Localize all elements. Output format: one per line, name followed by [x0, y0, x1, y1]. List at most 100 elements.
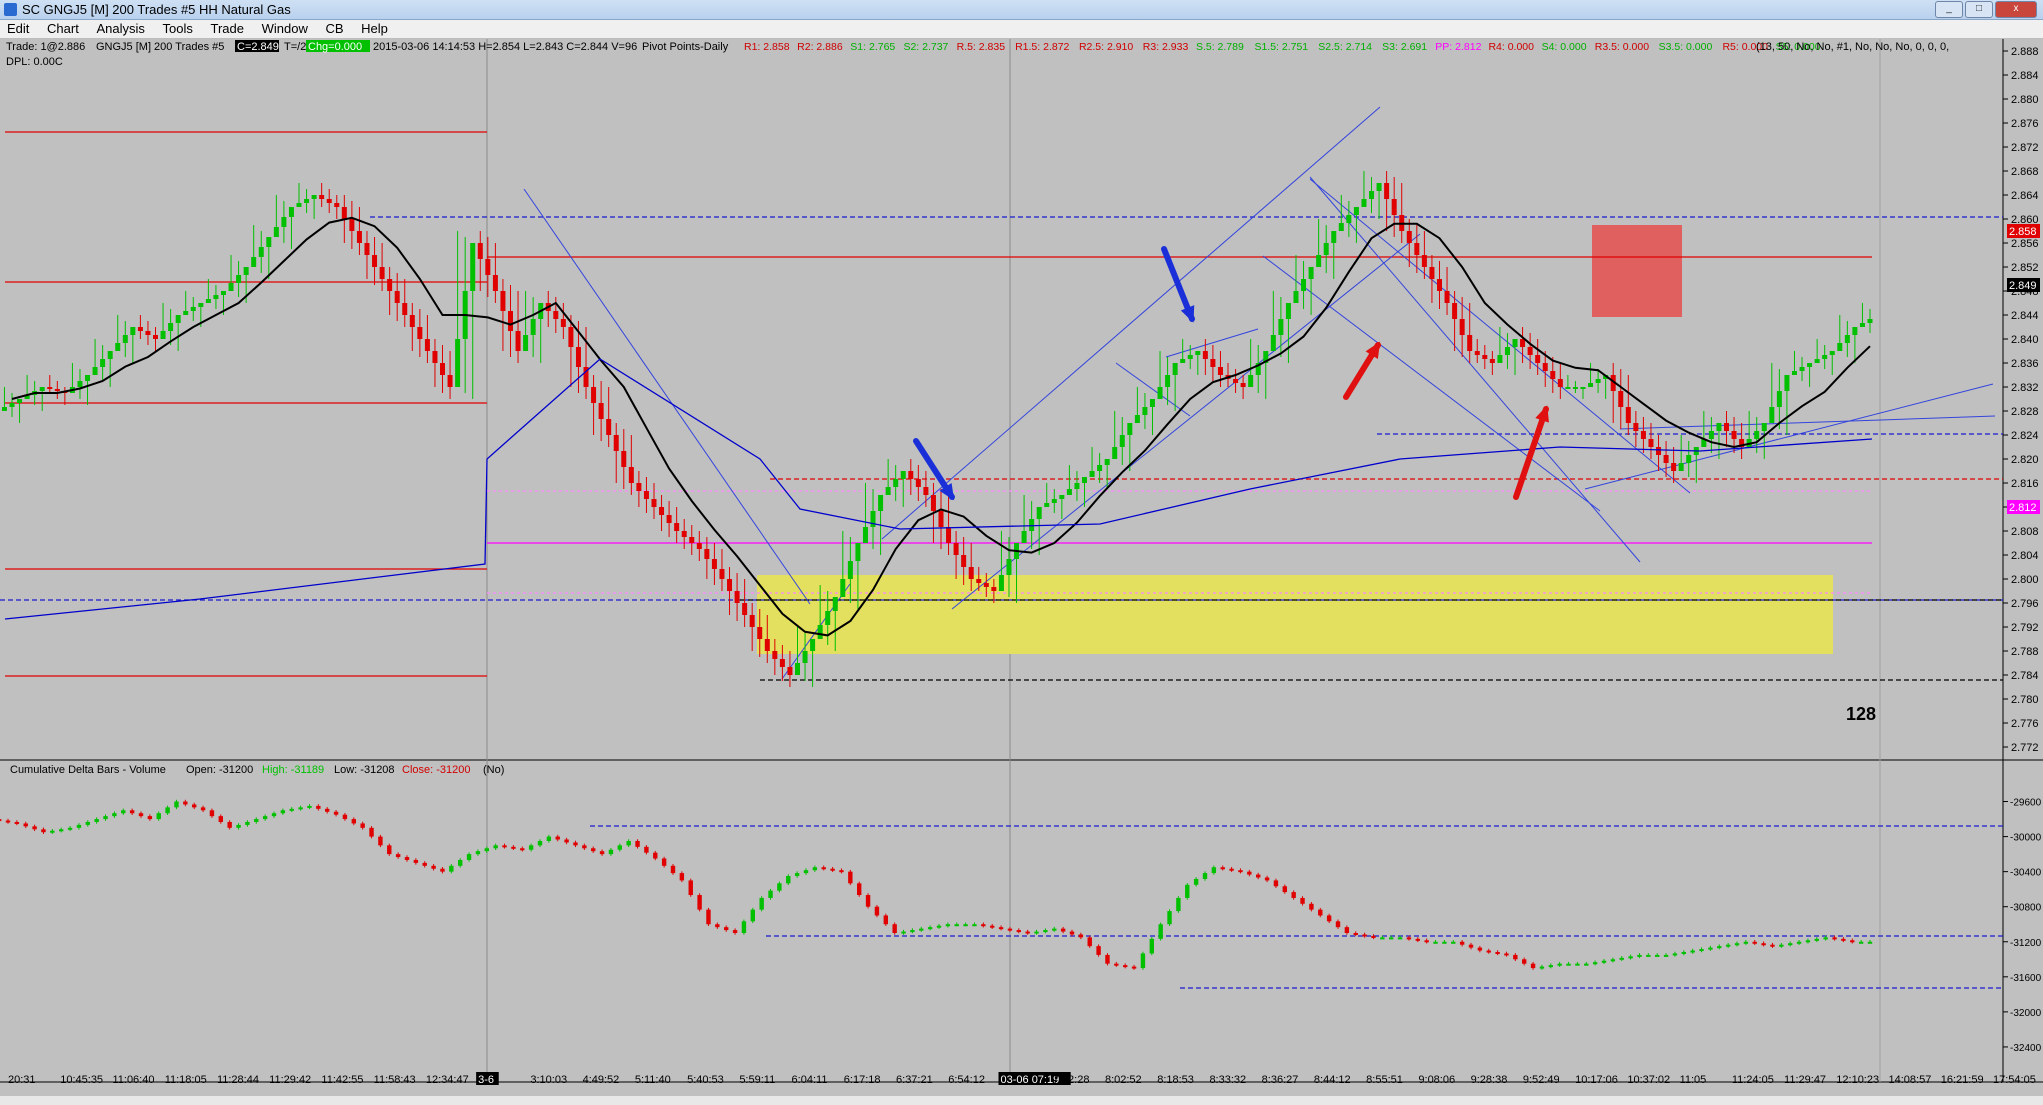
candle-body — [666, 515, 672, 523]
menu-help[interactable]: Help — [354, 20, 395, 36]
candle-body — [1338, 223, 1344, 231]
candle-body — [923, 487, 929, 495]
delta-body — [475, 851, 481, 855]
maximize-button[interactable]: □ — [1965, 1, 1993, 18]
candle-body — [153, 335, 159, 339]
delta-body — [555, 836, 560, 840]
delta-body — [422, 862, 427, 866]
delta-body — [307, 805, 312, 808]
delta-body — [653, 852, 658, 859]
candle-body — [825, 611, 831, 625]
delta-body — [786, 876, 791, 884]
candle-body — [1006, 559, 1012, 575]
delta-body — [1220, 867, 1225, 870]
x-tick-label: 4:49:52 — [583, 1074, 620, 1086]
menu-tools[interactable]: Tools — [156, 20, 200, 36]
candle-body — [1436, 279, 1442, 291]
trade-label: Trade: 1@2.886 — [6, 41, 85, 53]
pivot-label: S.5: 2.789 — [1196, 41, 1244, 53]
candle-body — [727, 579, 733, 591]
delta-body — [1832, 937, 1837, 940]
candle-body — [523, 335, 529, 351]
x-tick-label: 14:08:57 — [1889, 1074, 1932, 1086]
delta-body — [1052, 928, 1057, 931]
delta-body — [741, 921, 747, 933]
close-button[interactable]: x — [1995, 1, 2037, 18]
delta-body — [1495, 951, 1500, 954]
delta-body — [378, 836, 383, 846]
candle-body — [1618, 391, 1624, 407]
delta-body — [466, 854, 472, 860]
window-title: SC GNGJ5 [M] 200 Trades #5 HH Natural Ga… — [22, 2, 291, 17]
delta-body — [449, 865, 454, 872]
delta-body — [1415, 938, 1420, 941]
menu-cb[interactable]: CB — [318, 20, 350, 36]
delta-body — [874, 906, 880, 916]
menu-edit[interactable]: Edit — [0, 20, 36, 36]
candle-body — [1648, 439, 1654, 447]
candle-body — [674, 523, 680, 531]
candle-body — [1202, 351, 1208, 359]
candle-body — [190, 307, 196, 311]
candle-body — [817, 625, 823, 639]
delta-body — [511, 846, 516, 849]
menu-chart[interactable]: Chart — [40, 20, 86, 36]
delta-body — [1069, 931, 1075, 935]
candle-body — [1852, 327, 1858, 335]
candle-body — [440, 363, 446, 375]
y-tick-label: -32400 — [2010, 1043, 2042, 1054]
candle-body — [236, 275, 242, 283]
delta-body — [413, 859, 419, 863]
candle-body — [1066, 489, 1072, 495]
delta-body — [1300, 897, 1305, 904]
y-tick-label: 2.784 — [2011, 670, 2039, 682]
delta-body — [1814, 938, 1819, 941]
delta-body — [963, 924, 968, 927]
candle-body — [742, 603, 748, 615]
delta-body — [661, 858, 667, 866]
delta-body — [1025, 931, 1030, 934]
delta-body — [395, 854, 401, 858]
delta-body — [750, 909, 755, 922]
delta-body — [23, 823, 28, 827]
delta-body — [520, 848, 525, 851]
chart-area[interactable]: 2.888 2.884 2.880 2.876 2.872 2.868 2.864 2.860… — [0, 39, 2043, 1105]
minimize-button[interactable]: _ — [1935, 1, 1963, 18]
candle-body — [1686, 455, 1692, 463]
x-tick-label: 6:54:12 — [948, 1074, 985, 1086]
candle-body — [1837, 343, 1843, 351]
menu-trade[interactable]: Trade — [203, 20, 250, 36]
candle-body — [1021, 531, 1027, 543]
menu-window[interactable]: Window — [255, 20, 315, 36]
candle-body — [100, 359, 106, 367]
candle-body — [417, 327, 423, 339]
delta-body — [1389, 937, 1394, 940]
scrollbar[interactable] — [0, 1096, 2043, 1105]
candle-body — [356, 231, 362, 243]
x-tick-label: 5:11:40 — [635, 1074, 671, 1086]
x-tick-label: 12:34:47 — [426, 1074, 469, 1086]
y-tick-label: 2.816 — [2011, 478, 2039, 490]
candle-body — [1036, 507, 1042, 519]
delta-body — [537, 840, 543, 846]
candle-body — [1142, 407, 1148, 415]
chart-svg[interactable]: 2.8882.8842.8802.8762.8722.8682.8642.860… — [0, 39, 2043, 1105]
y-tick-label: 2.864 — [2011, 190, 2039, 202]
delta-body — [679, 873, 685, 881]
candle-body — [1384, 183, 1390, 199]
x-tick-label: 17:54:05 — [1993, 1074, 2036, 1086]
y-tick-label: 2.840 — [2011, 334, 2039, 346]
x-tick-label: 6:37:21 — [896, 1074, 933, 1086]
candle-body — [1769, 407, 1775, 423]
delta-body — [1397, 937, 1403, 940]
candle-body — [734, 591, 740, 603]
delta-body — [919, 928, 924, 931]
delta-body — [688, 880, 693, 896]
menu-analysis[interactable]: Analysis — [89, 20, 151, 36]
candle-body — [1708, 431, 1714, 439]
delta-body — [1575, 963, 1580, 966]
delta-body — [1380, 937, 1385, 940]
delta-body — [591, 848, 596, 852]
candle-body — [77, 381, 83, 387]
delta-body — [1770, 944, 1775, 947]
